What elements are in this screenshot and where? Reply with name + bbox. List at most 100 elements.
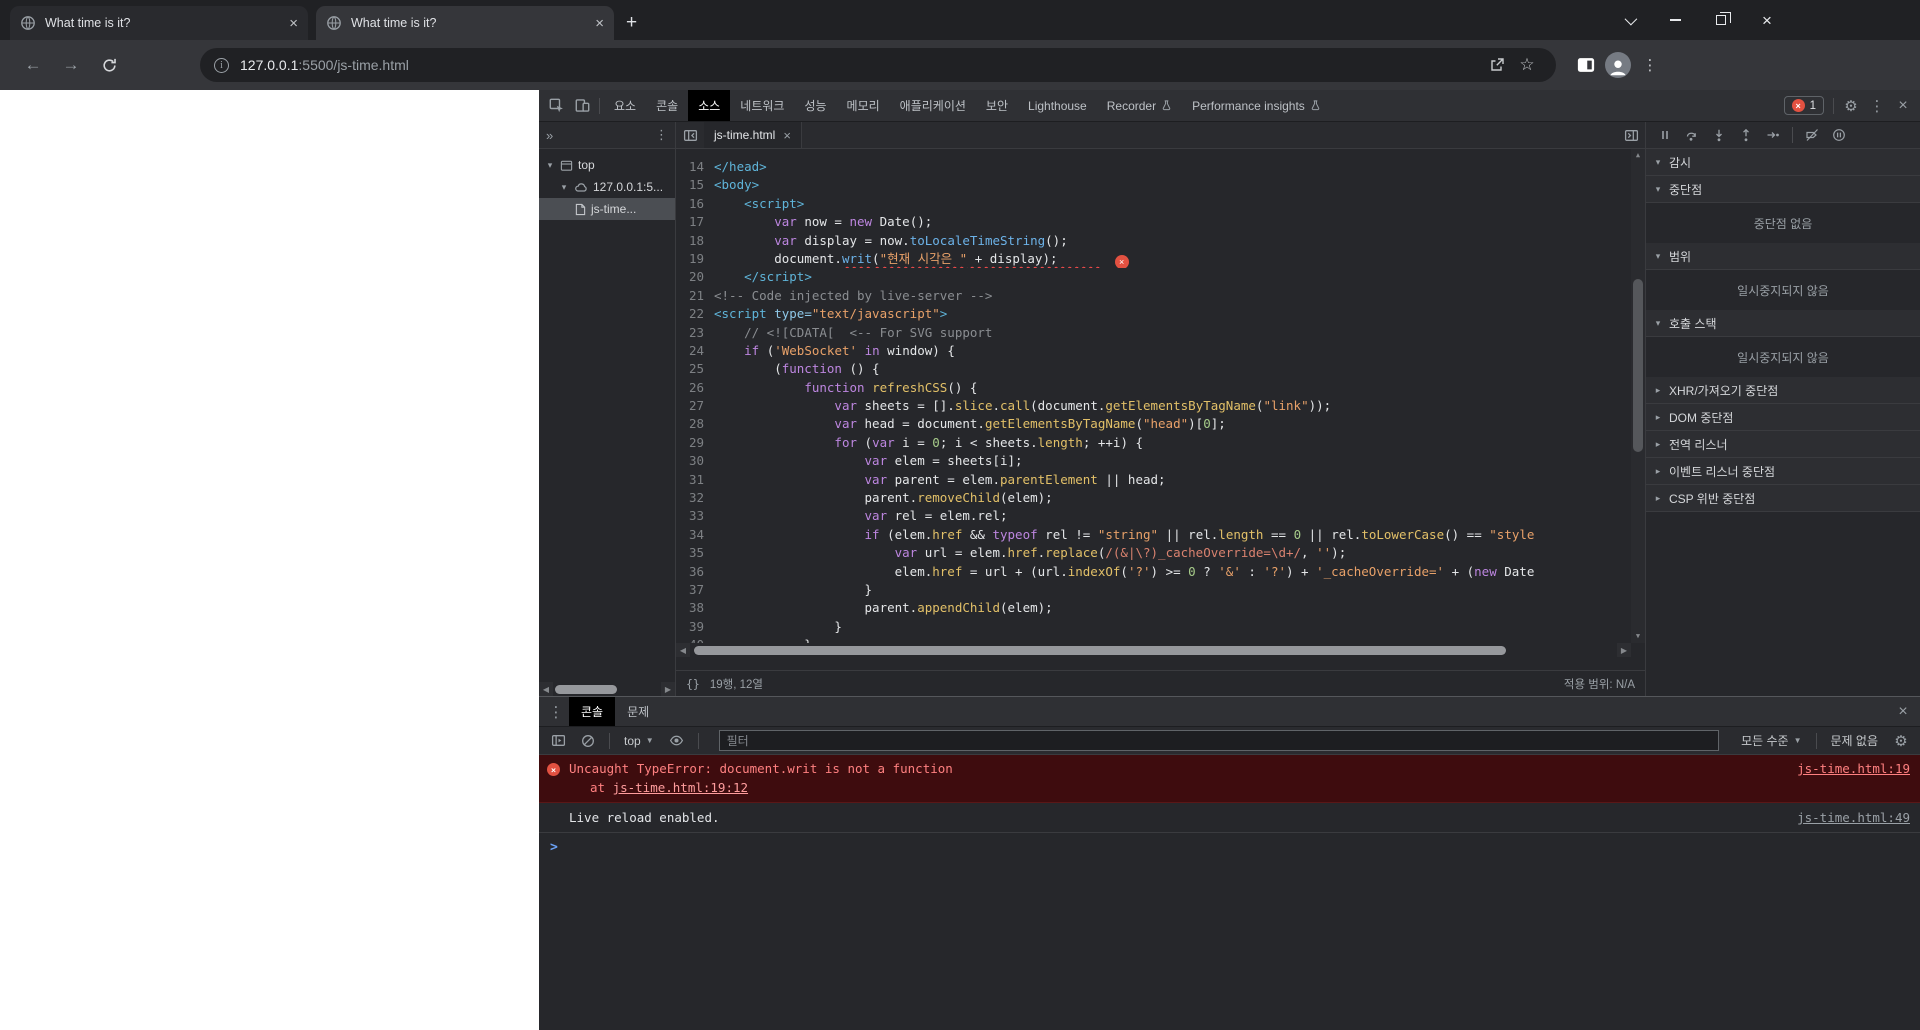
code-text[interactable]: </head> [714, 158, 1631, 176]
line-number[interactable]: 16 [676, 195, 714, 213]
devtools-menu-kebab-icon[interactable]: ⋮ [1864, 93, 1890, 119]
devtools-tab-네트워크[interactable]: 네트워크 [730, 90, 794, 121]
file-tab-close-icon[interactable]: × [783, 129, 791, 142]
debugger-section-중단점[interactable]: ▾ 중단점 [1646, 176, 1920, 203]
source-link[interactable]: js-time.html:19 [1797, 761, 1910, 776]
line-number[interactable]: 36 [676, 563, 714, 581]
console-prompt[interactable]: > [539, 833, 1920, 855]
devtools-tab-Performance insights[interactable]: Performance insights [1182, 90, 1331, 121]
code-text[interactable]: var parent = elem.parentElement || head; [714, 471, 1631, 489]
inspect-element-icon[interactable] [543, 93, 569, 119]
line-number[interactable]: 27 [676, 397, 714, 415]
line-number[interactable]: 22 [676, 305, 714, 323]
code-text[interactable]: <script> [714, 195, 1631, 213]
code-text[interactable]: (function () { [714, 360, 1631, 378]
tree-item-file-selected[interactable]: js-time... [539, 198, 675, 220]
devtools-tab-소스[interactable]: 소스 [688, 90, 731, 121]
tree-item-top-frame[interactable]: ▾ top [539, 154, 675, 176]
line-number[interactable]: 29 [676, 434, 714, 452]
console-settings-gear-icon[interactable]: ⚙ [1888, 728, 1914, 754]
devtools-close-icon[interactable]: × [1890, 93, 1916, 119]
deactivate-breakpoints-icon[interactable] [1800, 123, 1824, 147]
code-text[interactable]: var url = elem.href.replace(/(&|\?)_cach… [714, 544, 1631, 562]
more-tabs-chevrons-icon[interactable]: » [546, 128, 553, 143]
debugger-section-이벤트 리스너 중단점[interactable]: ▸ 이벤트 리스너 중단점 [1646, 458, 1920, 485]
console-sidebar-icon[interactable] [545, 728, 571, 754]
devtools-tab-Recorder[interactable]: Recorder [1097, 90, 1182, 121]
line-number[interactable]: 15 [676, 176, 714, 194]
line-number[interactable]: 20 [676, 268, 714, 286]
line-number[interactable]: 34 [676, 526, 714, 544]
code-text[interactable]: } [714, 618, 1631, 636]
device-toolbar-icon[interactable] [569, 93, 595, 119]
code-text[interactable]: var head = document.getElementsByTagName… [714, 415, 1631, 433]
stack-frame-link[interactable]: js-time.html:19:12 [613, 780, 748, 795]
line-number[interactable]: 21 [676, 287, 714, 305]
scrollbar-thumb[interactable] [694, 645, 1506, 655]
code-text[interactable]: <body> [714, 176, 1631, 194]
browser-tab-1[interactable]: What time is it? × [10, 6, 308, 40]
code-text[interactable]: // <![CDATA[ <-- For SVG support [714, 324, 1631, 342]
console-filter-input[interactable] [718, 730, 1720, 751]
scroll-down-icon[interactable]: ▼ [1631, 630, 1645, 643]
line-number[interactable]: 17 [676, 213, 714, 231]
browser-menu-kebab-icon[interactable]: ⋮ [1634, 49, 1666, 81]
show-debugger-sidebar-icon[interactable] [1617, 122, 1645, 148]
step-over-icon[interactable] [1680, 123, 1704, 147]
line-number[interactable]: 32 [676, 489, 714, 507]
close-window-button[interactable]: × [1744, 0, 1790, 40]
code-text[interactable]: for (var i = 0; i < sheets.length; ++i) … [714, 434, 1631, 452]
step-icon[interactable] [1761, 123, 1785, 147]
code-text[interactable]: parent.appendChild(elem); [714, 599, 1631, 617]
navigator-kebab-icon[interactable]: ⋮ [655, 127, 668, 143]
execution-context-selector[interactable]: top ▼ [618, 734, 660, 748]
debugger-section-CSP 위반 중단점[interactable]: ▸ CSP 위반 중단점 [1646, 485, 1920, 512]
editor-vscrollbar[interactable]: ▲ ▼ [1631, 149, 1645, 643]
line-number[interactable]: 26 [676, 379, 714, 397]
pause-on-exceptions-icon[interactable] [1827, 123, 1851, 147]
hide-navigator-icon[interactable] [676, 122, 704, 148]
new-tab-button[interactable]: + [626, 13, 637, 32]
line-number[interactable]: 23 [676, 324, 714, 342]
devtools-tab-성능[interactable]: 성능 [794, 90, 836, 121]
tab-close-icon[interactable]: × [289, 16, 298, 31]
scrollbar-thumb[interactable] [555, 684, 617, 694]
code-text[interactable]: elem.href = url + (url.indexOf('?') >= 0… [714, 563, 1631, 581]
forward-button[interactable]: → [52, 48, 90, 82]
code-text[interactable]: <!-- Code injected by live-server --> [714, 287, 1631, 305]
debugger-section-호출 스택[interactable]: ▾ 호출 스택 [1646, 310, 1920, 337]
code-text[interactable]: var display = now.toLocaleTimeString(); [714, 232, 1631, 250]
drawer-kebab-icon[interactable]: ⋮ [543, 699, 569, 725]
scroll-left-icon[interactable]: ◀ [676, 643, 690, 657]
code-text[interactable]: <script type="text/javascript"> [714, 305, 1631, 323]
drawer-close-icon[interactable]: × [1890, 699, 1916, 725]
devtools-tab-Lighthouse[interactable]: Lighthouse [1018, 90, 1097, 121]
scroll-up-icon[interactable]: ▲ [1631, 149, 1645, 162]
debugger-section-XHR/가져오기 중단점[interactable]: ▸ XHR/가져오기 중단점 [1646, 377, 1920, 404]
scroll-right-icon[interactable]: ▶ [661, 682, 675, 696]
code-text[interactable]: parent.removeChild(elem); [714, 489, 1631, 507]
line-number[interactable]: 31 [676, 471, 714, 489]
minimize-button[interactable] [1652, 0, 1698, 40]
reload-button[interactable] [90, 48, 128, 82]
editor-hscrollbar[interactable]: ◀ ▶ [676, 643, 1645, 657]
line-number[interactable]: 28 [676, 415, 714, 433]
devtools-tab-애플리케이션[interactable]: 애플리케이션 [890, 90, 976, 121]
file-tab-js-time[interactable]: js-time.html × [704, 122, 802, 148]
tree-item-origin[interactable]: ▾ 127.0.0.1:5... [539, 176, 675, 198]
drawer-tab-issues[interactable]: 문제 [615, 697, 661, 726]
inline-error-icon[interactable]: × [1114, 255, 1129, 269]
line-number[interactable]: 25 [676, 360, 714, 378]
devtools-tab-콘솔[interactable]: 콘솔 [646, 90, 688, 121]
debugger-section-범위[interactable]: ▾ 범위 [1646, 243, 1920, 270]
debugger-section-감시[interactable]: ▾ 감시 [1646, 149, 1920, 176]
scrollbar-thumb[interactable] [1633, 279, 1643, 453]
code-text[interactable]: } [714, 581, 1631, 599]
line-number[interactable]: 30 [676, 452, 714, 470]
code-text[interactable]: function refreshCSS() { [714, 379, 1631, 397]
code-editor[interactable]: 14 </head> 15 <body> 16 <script> 17 var now =… [676, 149, 1645, 643]
share-icon[interactable] [1482, 50, 1512, 80]
line-number[interactable]: 39 [676, 618, 714, 636]
address-bar[interactable]: i 127.0.0.1:5500/js-time.html ☆ [200, 48, 1556, 82]
bookmark-star-icon[interactable]: ☆ [1512, 50, 1542, 80]
